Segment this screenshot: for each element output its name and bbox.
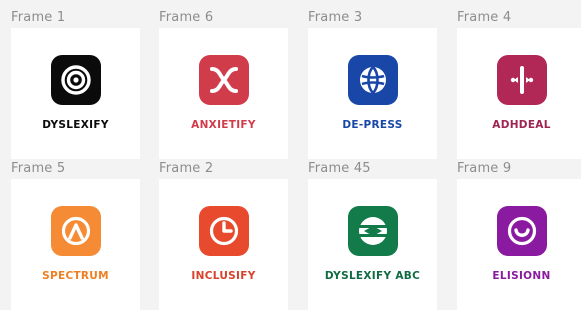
logo-card[interactable]: ANXIETIFY <box>159 28 288 159</box>
split-star-icon <box>496 55 547 105</box>
frame-4[interactable]: Frame 4 ADHDEAL <box>455 0 581 159</box>
smile-circle-icon <box>496 206 547 256</box>
brand-name: ADHDEAL <box>492 119 551 131</box>
frame-label[interactable]: Frame 5 <box>11 161 65 176</box>
globe-ball-icon <box>347 55 398 105</box>
frame-9[interactable]: Frame 9 ELISIONN <box>455 151 581 310</box>
pie-circle-icon <box>198 206 249 256</box>
striped-sphere-icon <box>347 206 398 256</box>
logo-card[interactable]: DYSLEXIFY <box>11 28 140 159</box>
logo-card[interactable]: SPECTRUM <box>11 179 140 310</box>
frame-label[interactable]: Frame 1 <box>11 10 65 25</box>
frame-3[interactable]: Frame 3 DE-PRESS <box>306 0 454 159</box>
triangle-circle-icon <box>50 206 101 256</box>
logo-card[interactable]: DE-PRESS <box>308 28 437 159</box>
logo-card[interactable]: DYSLEXIFY ABC <box>308 179 437 310</box>
frame-5[interactable]: Frame 5 SPECTRUM <box>9 151 157 310</box>
brand-name: DE-PRESS <box>342 119 403 131</box>
frame-2[interactable]: Frame 2 INCLUSIFY <box>157 151 305 310</box>
frame-label[interactable]: Frame 2 <box>159 161 213 176</box>
frame-label[interactable]: Frame 9 <box>457 161 511 176</box>
frame-label[interactable]: Frame 6 <box>159 10 213 25</box>
logo-card[interactable]: INCLUSIFY <box>159 179 288 310</box>
frame-label[interactable]: Frame 45 <box>308 161 371 176</box>
frame-label[interactable]: Frame 3 <box>308 10 362 25</box>
brand-name: DYSLEXIFY ABC <box>324 270 421 282</box>
concentric-circles-icon <box>50 55 101 105</box>
frame-label[interactable]: Frame 4 <box>457 10 511 25</box>
logo-card[interactable]: ADHDEAL <box>457 28 581 159</box>
frame-1[interactable]: Frame 1 DYSLEXIFY <box>9 0 157 159</box>
brand-name: SPECTRUM <box>42 270 109 282</box>
logo-card[interactable]: ELISIONN <box>457 179 581 310</box>
x-wave-icon <box>198 55 249 105</box>
brand-name: INCLUSIFY <box>191 270 256 282</box>
brand-name: ELISIONN <box>492 270 551 282</box>
brand-name: ANXIETIFY <box>191 119 256 131</box>
frame-6[interactable]: Frame 6 ANXIETIFY <box>157 0 305 159</box>
brand-name: DYSLEXIFY <box>42 119 109 131</box>
frame-45[interactable]: Frame 45 DYSLEXIFY ABC <box>306 151 454 310</box>
